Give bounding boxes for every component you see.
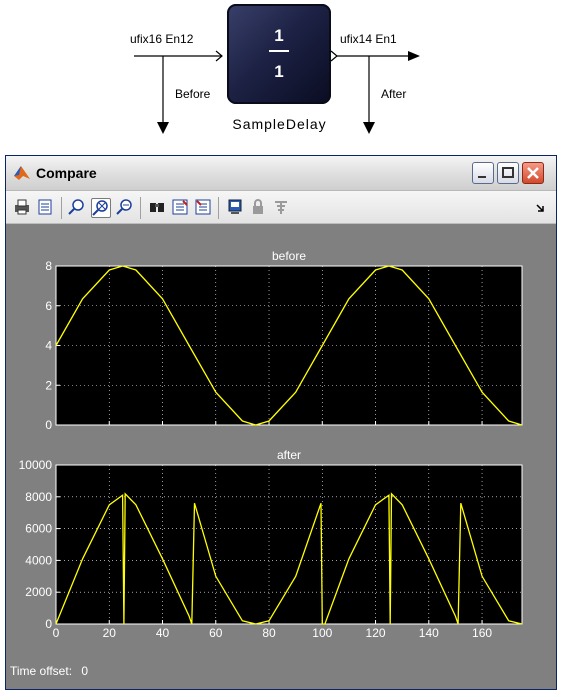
zoom-out-icon[interactable] (116, 198, 134, 216)
minimize-icon (478, 176, 486, 178)
y-tick-label: 4 (45, 339, 52, 353)
print-preview-icon[interactable] (36, 198, 54, 216)
y-tick-label: 2 (45, 378, 52, 392)
scope-plots: before 0 2 4 6 8 after 0 20 40 60 80 100 120 140 160 0 20… (19, 249, 523, 640)
y-tick-label: 6000 (25, 522, 52, 536)
x-tick-label: 160 (472, 626, 492, 640)
y-tick-label: 0 (45, 418, 52, 432)
zoom-xy-icon[interactable] (91, 198, 111, 218)
output-arrow-icon (408, 51, 420, 61)
y-tick-label: 8000 (25, 490, 52, 504)
minimize-button[interactable] (472, 162, 494, 184)
window-title: Compare (36, 165, 97, 181)
toolbar-separator (61, 197, 62, 219)
toolbar-overflow-icon[interactable] (536, 203, 546, 213)
y-tick-label: 2000 (25, 585, 52, 599)
toolbar-separator (218, 197, 219, 219)
close-icon (527, 167, 539, 179)
x-tick-label: 40 (156, 626, 170, 640)
plot-area-after (55, 464, 523, 625)
y-tick-label: 4000 (25, 553, 52, 567)
time-offset-value: 0 (81, 664, 89, 678)
block-numerator: 1 (274, 26, 284, 45)
toolbar (6, 191, 556, 224)
x-tick-label: 0 (53, 626, 60, 640)
y-tick-label: 0 (45, 617, 52, 631)
print-icon[interactable] (13, 198, 31, 216)
x-tick-label: 60 (209, 626, 223, 640)
plot-title-before: before (272, 249, 306, 263)
title-bar[interactable]: Compare (6, 156, 556, 191)
time-offset-label: Time offset: (10, 664, 73, 678)
lock-axes-icon (253, 199, 263, 214)
x-tick-label: 120 (366, 626, 386, 640)
x-tick-label: 140 (419, 626, 439, 640)
y-tick-label: 6 (45, 299, 52, 313)
block-name[interactable]: SampleDelay (212, 116, 347, 132)
close-button[interactable] (522, 162, 544, 184)
maximize-icon (502, 167, 514, 178)
block-denominator: 1 (274, 62, 284, 81)
sample-delay-block[interactable]: 1 1 (227, 4, 331, 104)
scope-window: Compare before 0 2 4 6 8 after 0 20 40 60 80 100 120 1… (5, 155, 557, 690)
matlab-icon (14, 166, 30, 180)
zoom-in-icon[interactable] (68, 198, 86, 216)
x-tick-label: 80 (262, 626, 276, 640)
find-icon[interactable] (148, 198, 166, 216)
restore-axes-icon[interactable] (171, 198, 189, 216)
maximize-button[interactable] (497, 162, 519, 184)
y-tick-label: 10000 (19, 458, 53, 472)
x-tick-label: 100 (312, 626, 332, 640)
toolbar-separator (140, 197, 141, 219)
fraction-bar (269, 50, 289, 52)
floating-scope-icon (275, 201, 287, 214)
y-tick-label: 8 (45, 259, 52, 273)
output-port-icon (330, 50, 338, 62)
x-tick-label: 20 (103, 626, 117, 640)
after-arrow-icon (363, 122, 375, 134)
before-arrow-icon (157, 122, 169, 134)
plot-title-after: after (277, 448, 301, 462)
parameters-icon[interactable] (226, 198, 244, 216)
save-axes-icon[interactable] (194, 198, 212, 216)
